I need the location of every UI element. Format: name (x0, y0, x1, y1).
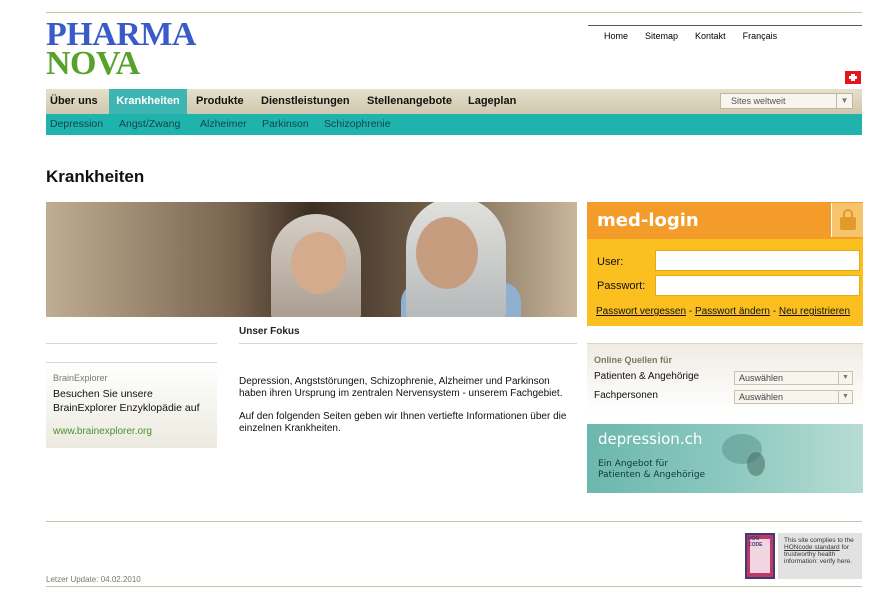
main-nav-lageplan[interactable]: Lageplan (468, 89, 516, 114)
forgot-password-link[interactable]: Passwort vergessen (596, 306, 686, 317)
util-link-kontakt[interactable]: Kontakt (695, 31, 726, 41)
footer-divider (46, 521, 862, 522)
link-separator: - (686, 306, 695, 317)
top-divider (46, 12, 862, 13)
depression-banner-title: depression.ch (598, 430, 703, 448)
med-login-links: Passwort vergessen - Passwort ändern - N… (596, 306, 850, 317)
register-link[interactable]: Neu registrieren (779, 306, 850, 317)
logo-line-2: NOVA (46, 45, 140, 82)
password-label: Passwort: (597, 280, 646, 292)
chevron-down-icon: ▼ (838, 372, 852, 384)
quellen-label-patienten: Patienten & Angehörige (594, 371, 700, 382)
select-value: Auswählen (739, 392, 784, 402)
brainexplorer-heading: BrainExplorer (53, 373, 108, 383)
utility-nav-bar (588, 25, 862, 26)
sub-nav-alzheimer[interactable]: Alzheimer (200, 114, 247, 135)
sidebox-divider (46, 343, 217, 344)
select-value: Auswählen (739, 373, 784, 383)
brainexplorer-link[interactable]: www.brainexplorer.org (53, 426, 152, 437)
fokus-paragraph-1: Depression, Angststörungen, Schizophreni… (239, 376, 563, 399)
sub-nav-depression[interactable]: Depression (50, 114, 103, 135)
util-link-sitemap[interactable]: Sitemap (645, 31, 678, 41)
main-nav-stellenangebote[interactable]: Stellenangebote (367, 89, 452, 114)
brainexplorer-box: BrainExplorer Besuchen Sie unsere BrainE… (46, 362, 217, 448)
med-login-title: med-login (597, 210, 699, 231)
hon-code-text[interactable]: This site complies to the HONcode standa… (778, 533, 862, 579)
last-update: Letzer Update: 04.02.2010 (46, 575, 141, 584)
swiss-flag-icon (845, 71, 861, 84)
main-nav-ueber-uns[interactable]: Über uns (50, 89, 98, 114)
hon-seal-label: HON CODE (748, 536, 763, 548)
depression-banner-text: Ein Angebot für Patienten & Angehörige (598, 459, 706, 480)
depression-ch-banner[interactable]: depression.ch Ein Angebot für Patienten … (587, 424, 863, 493)
sub-nav-angst-zwang[interactable]: Angst/Zwang (119, 114, 180, 135)
sites-weltweit-select[interactable]: Sites weltweit ▼ (720, 93, 853, 109)
main-nav-produkte[interactable]: Produkte (196, 89, 244, 114)
quellen-label-fachpersonen: Fachpersonen (594, 390, 658, 401)
user-label: User: (597, 256, 624, 268)
med-login-panel: med-login User: Passwort: Passwort verge… (587, 202, 863, 326)
brainexplorer-text: Besuchen Sie unsere BrainExplorer Enzykl… (53, 388, 200, 414)
link-separator: - (769, 306, 779, 317)
password-input[interactable] (655, 275, 860, 296)
honcode-link[interactable]: HONcode standard (784, 544, 840, 551)
hon-code-seal-icon[interactable]: HON CODE (745, 533, 775, 579)
fokus-divider (239, 343, 577, 344)
change-password-link[interactable]: Passwort ändern (695, 306, 770, 317)
user-input[interactable] (655, 250, 860, 271)
hero-image-elderly-couple (46, 202, 577, 317)
pharmanova-logo[interactable]: PHARMA NOVA (46, 18, 196, 82)
util-link-francais[interactable]: Français (743, 31, 778, 41)
sites-select-value: Sites weltweit (731, 96, 786, 106)
online-quellen-box: Online Quellen für Patienten & Angehörig… (587, 343, 863, 413)
fokus-title: Unser Fokus (239, 326, 300, 337)
page-title: Krankheiten (46, 167, 145, 186)
sub-nav-parkinson[interactable]: Parkinson (262, 114, 309, 135)
chevron-down-icon: ▼ (836, 94, 852, 108)
quellen-heading: Online Quellen für (594, 355, 673, 365)
fokus-paragraph-2: Auf den folgenden Seiten geben wir Ihnen… (239, 411, 567, 434)
chevron-down-icon: ▼ (838, 391, 852, 403)
bottom-divider (46, 586, 862, 587)
util-link-home[interactable]: Home (604, 31, 628, 41)
quellen-select-patienten[interactable]: Auswählen ▼ (734, 371, 853, 385)
main-nav-dienstleistungen[interactable]: Dienstleistungen (261, 89, 350, 114)
main-nav-krankheiten[interactable]: Krankheiten (109, 89, 187, 114)
lock-icon (831, 203, 863, 237)
quellen-select-fachpersonen[interactable]: Auswählen ▼ (734, 390, 853, 404)
sub-nav: Depression Angst/Zwang Alzheimer Parkins… (46, 114, 862, 135)
utility-nav: Home Sitemap Kontakt Français (604, 31, 777, 41)
sub-nav-schizophrenie[interactable]: Schizophrenie (324, 114, 391, 135)
